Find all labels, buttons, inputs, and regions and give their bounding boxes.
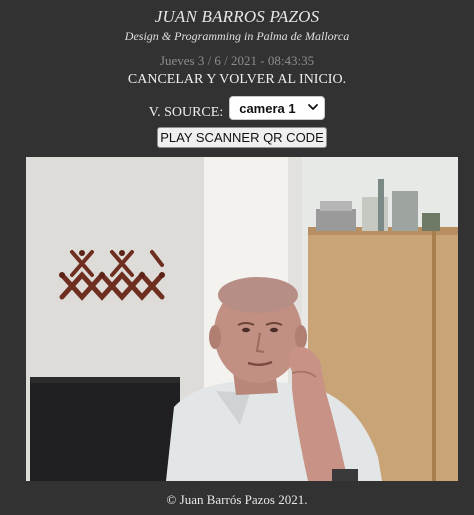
video-source-label: V. SOURCE: — [148, 105, 224, 120]
chevron-down-icon — [308, 104, 319, 110]
site-title: JUAN BARROS PAZOS — [154, 7, 320, 26]
play-scanner-button[interactable]: PLAY SCANNER QR CODE — [157, 127, 327, 148]
video-source-row: V. SOURCE: camera 1 — [0, 95, 474, 121]
date-time: Jueves 3 / 6 / 2021 - 08:43:35 — [159, 53, 315, 68]
camera-preview — [26, 157, 458, 481]
video-source-value: camera 1 — [239, 100, 296, 116]
camera-feed-image — [26, 157, 458, 481]
cancel-link[interactable]: CANCELAR Y VOLVER AL INICIO. — [0, 72, 474, 88]
footer-copyright: © Juan Barrós Pazos 2021. — [166, 492, 308, 507]
site-subtitle: Design & Programming in Palma de Mallorc… — [124, 29, 350, 43]
video-source-select[interactable]: camera 1 — [229, 96, 326, 120]
